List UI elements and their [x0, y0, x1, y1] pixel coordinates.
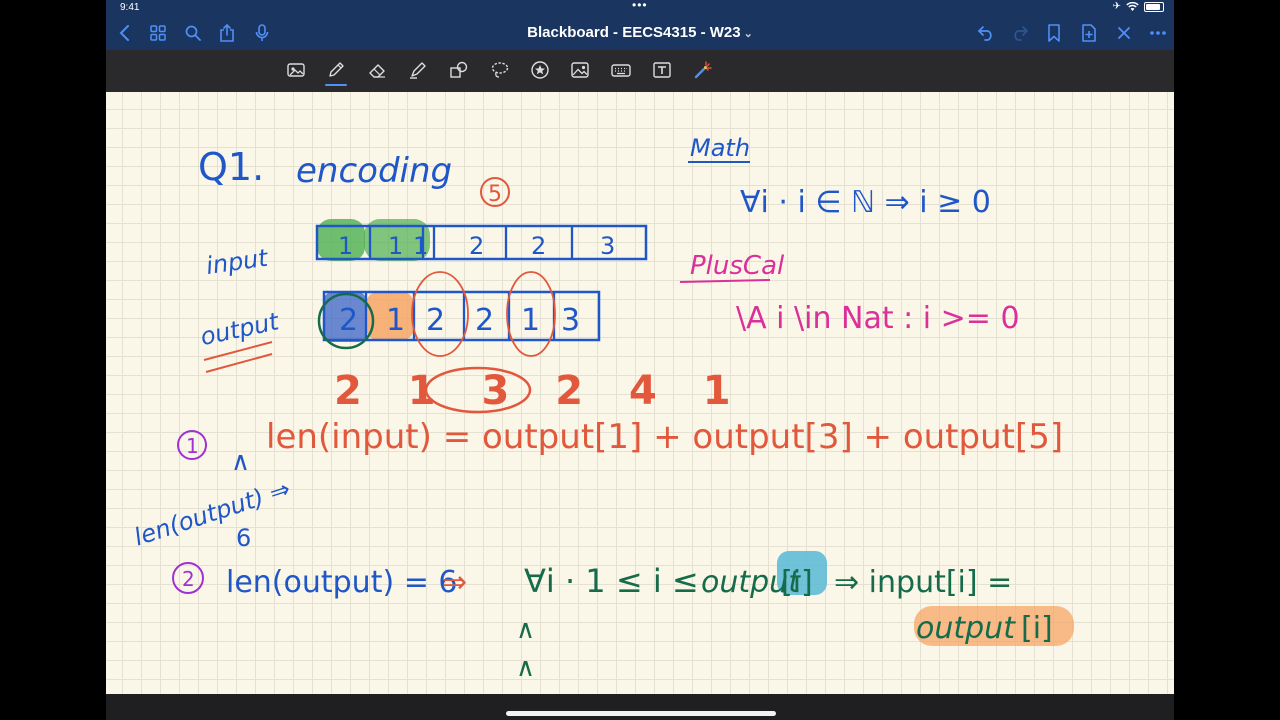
document-nav-bar: Blackboard - EECS4315 - W23 ⌄ [106, 16, 1174, 50]
step1-formula: len(input) = output[1] + output[3] + out… [266, 417, 1063, 457]
output-cell-5: 1 [521, 303, 540, 338]
step2-output-2-index: [i] [1021, 611, 1053, 646]
step1-and: ∧ [231, 447, 250, 477]
input-cell-2: 1 [388, 232, 403, 260]
ipad-screen: 9:41 ••• ✈ Blackboard - EECS4315 - W23 ⌄ [106, 0, 1174, 720]
redo-icon[interactable] [1009, 22, 1031, 44]
output-cell-6: 3 [561, 303, 580, 338]
highlighter-icon[interactable] [407, 59, 429, 81]
output-cell-2: 1 [386, 303, 405, 338]
input-cell-6: 3 [600, 232, 615, 260]
notebook-page[interactable]: Q1. encoding 5 input 1 1 1 2 2 3 output [106, 92, 1174, 694]
step2-output-2: output [916, 611, 1016, 646]
status-time: 9:41 [120, 2, 140, 13]
text-box-icon[interactable] [651, 59, 673, 81]
output-label: output [198, 307, 283, 351]
output-cell-3: 2 [426, 303, 445, 338]
lasso-icon[interactable] [489, 59, 511, 81]
bottom-bar [106, 694, 1174, 720]
math-title: Math [690, 134, 750, 162]
input-cell-4: 2 [469, 232, 484, 260]
add-page-icon[interactable] [1078, 22, 1100, 44]
tool-bar [106, 50, 1174, 131]
airplane-icon: ✈ [1112, 1, 1121, 12]
eraser-icon[interactable] [366, 59, 388, 81]
photo-icon[interactable] [569, 59, 591, 81]
input-cell-3: 1 [413, 232, 428, 260]
step2-and-2: ∧ [516, 653, 535, 683]
step2-implies: ⇒ [442, 565, 467, 600]
input-label: input [204, 243, 271, 280]
document-title-text[interactable]: Blackboard - EECS4315 - W23 [527, 24, 740, 41]
bookmark-icon[interactable] [1043, 22, 1065, 44]
home-indicator[interactable] [506, 711, 776, 716]
input-cell-5: 2 [531, 232, 546, 260]
step1-number: 1 [186, 434, 199, 458]
encoding-label: encoding [296, 151, 452, 191]
pluscal-formula: \A i \in Nat : i >= 0 [736, 301, 1020, 336]
step2-quantifier: ∀i · 1 ≤ i ≤ [524, 562, 699, 600]
output-cell-4: 2 [475, 303, 494, 338]
handwriting-canvas[interactable]: Q1. encoding 5 input 1 1 1 2 2 3 output [106, 92, 1174, 694]
wifi-icon [1126, 1, 1139, 11]
input-cell-1: 1 [338, 232, 353, 260]
step2-rhs: ⇒ input[i] = [834, 565, 1012, 600]
step2-number: 2 [182, 567, 195, 591]
pen-icon[interactable] [325, 59, 347, 86]
pluscal-title: PlusCal [690, 251, 785, 281]
battery-icon [1144, 1, 1164, 12]
sticker-icon[interactable] [529, 59, 551, 81]
q1-label: Q1. [198, 145, 264, 189]
more-icon[interactable] [1147, 22, 1169, 44]
red-digit-sequence: 2 1 3 2 4 1 [334, 368, 747, 414]
step2-output-1-index: [i] [781, 565, 813, 600]
undo-icon[interactable] [975, 22, 997, 44]
shapes-icon[interactable] [448, 59, 470, 81]
step1-six: 6 [236, 524, 251, 552]
step2-lhs: len(output) = 6 [226, 565, 457, 600]
laser-pointer-icon[interactable] [692, 59, 714, 81]
step1-len-output: len(output) ⇒ [131, 475, 294, 552]
system-indicators: ✈ [1113, 1, 1164, 12]
output-cell-1: 2 [339, 303, 358, 338]
keyboard-icon[interactable] [610, 59, 632, 81]
image-scan-icon[interactable] [285, 59, 307, 81]
math-formula: ∀i · i ∈ ℕ ⇒ i ≥ 0 [740, 185, 991, 220]
chevron-down-icon[interactable]: ⌄ [744, 28, 753, 40]
close-icon[interactable] [1113, 22, 1135, 44]
status-bar: 9:41 ••• ✈ [106, 0, 1174, 16]
circled-five-digit: 5 [488, 182, 502, 207]
multitasking-dots-icon[interactable]: ••• [632, 0, 648, 12]
step2-and-1: ∧ [516, 615, 535, 645]
